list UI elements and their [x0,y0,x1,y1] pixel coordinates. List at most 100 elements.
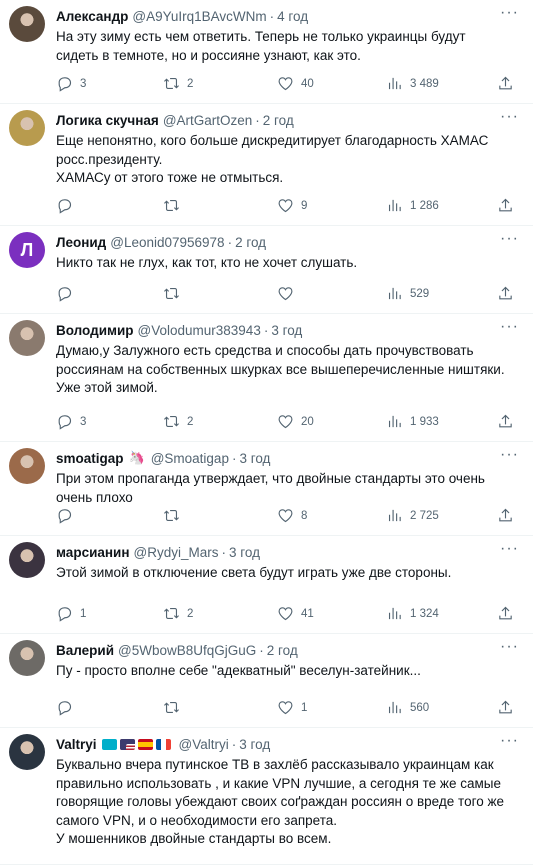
reply-button[interactable] [56,285,80,302]
avatar[interactable]: Л [9,232,45,268]
share-button[interactable] [497,699,514,716]
timestamp[interactable]: 4 год [277,9,308,24]
like-button[interactable]: 8 [277,507,307,524]
reply-button[interactable] [56,197,80,214]
separator-dot: · [231,736,237,752]
views-button[interactable]: 529 [386,285,429,302]
share-button[interactable] [497,75,514,92]
retweet-button[interactable] [163,197,187,214]
views-button[interactable]: 2 725 [386,507,439,524]
view-count: 560 [410,701,430,714]
like-button[interactable] [277,285,301,302]
more-icon[interactable]: ··· [500,639,519,655]
like-button[interactable]: 41 [277,605,314,622]
display-name[interactable]: Логика скучная [56,113,159,128]
avatar[interactable] [9,734,45,770]
display-name[interactable]: марсианин [56,545,130,560]
reply-button[interactable] [56,699,80,716]
reply-button[interactable] [56,507,80,524]
more-icon[interactable]: ··· [500,5,519,21]
retweet-button[interactable] [163,285,187,302]
timestamp[interactable]: 2 год [235,235,266,250]
reply-button[interactable]: 3 [56,75,86,92]
more-icon[interactable]: ··· [500,109,519,125]
user-handle[interactable]: @Valtryi [179,737,229,752]
like-button[interactable]: 1 [277,699,307,716]
unicorn-emoji: 🦄 [128,450,145,465]
views-button[interactable]: 1 933 [386,413,439,430]
reply-button[interactable]: 1 [56,605,86,622]
tweet[interactable]: Л Леонид @Leonid07956978 · 2 год ··· Никто так… [0,226,533,314]
share-button[interactable] [497,507,514,524]
tweet[interactable]: марсианин @Rydyi_Mars · 3 год ··· Этой зимой … [0,536,533,634]
retweet-count: 2 [187,415,194,428]
views-button[interactable]: 3 489 [386,75,439,92]
views-icon [386,75,403,92]
user-handle[interactable]: @Leonid07956978 [110,235,224,250]
tweet[interactable]: Валерий @5WbowB8UfqGjGuG · 2 год ··· Пу - про… [0,634,533,728]
retweet-button[interactable]: 2 [163,605,193,622]
tweet-text: Еще непонятно, кого больше дискредитируе… [56,133,489,185]
tweet-text: Никто так не глух, как тот, кто не хочет… [56,255,358,270]
share-icon [497,413,514,430]
more-icon[interactable]: ··· [500,231,519,247]
retweet-count: 2 [187,607,194,620]
share-button[interactable] [497,605,514,622]
retweet-icon [163,605,180,622]
views-button[interactable]: 560 [386,699,429,716]
user-handle[interactable]: @Rydyi_Mars [134,545,219,560]
share-button[interactable] [497,413,514,430]
tweet[interactable]: Александр @A9YuIrq1BAvcWNm · 4 год ··· На эту… [0,0,533,104]
display-name[interactable]: Валерий [56,643,114,658]
like-count: 40 [301,77,314,90]
retweet-button[interactable] [163,699,187,716]
user-handle[interactable]: @Volodumur383943 [138,323,261,338]
tweet[interactable]: Володимир @Volodumur383943 · 3 год ··· Думаю,… [0,314,533,442]
timestamp[interactable]: 2 год [263,113,294,128]
like-count: 1 [301,701,308,714]
display-name[interactable]: Володимир [56,323,134,338]
timestamp[interactable]: 3 год [271,323,302,338]
views-button[interactable]: 1 286 [386,197,439,214]
user-handle[interactable]: @Smoatigap [151,451,229,466]
more-icon[interactable]: ··· [500,447,519,463]
like-button[interactable]: 9 [277,197,307,214]
avatar[interactable] [9,448,45,484]
views-button[interactable]: 1 324 [386,605,439,622]
display-name[interactable]: Valtryi [56,737,97,752]
avatar-letter: Л [20,239,34,260]
retweet-button[interactable] [163,507,187,524]
user-handle[interactable]: @ArtGartOzen [163,113,252,128]
display-name[interactable]: Леонид [56,235,106,250]
user-handle[interactable]: @A9YuIrq1BAvcWNm [132,9,266,24]
share-button[interactable] [497,197,514,214]
avatar[interactable] [9,640,45,676]
avatar[interactable] [9,320,45,356]
like-button[interactable]: 40 [277,75,314,92]
display-name[interactable]: smoatigap [56,451,124,466]
like-button[interactable]: 20 [277,413,314,430]
heart-icon [277,507,294,524]
tweet[interactable]: Valtryi @Valtryi · 3 год ··· Буквально вчера … [0,728,533,865]
more-icon[interactable]: ··· [500,733,519,749]
tweet[interactable]: smoatigap 🦄 @Smoatigap · 3 год ··· При этом пр… [0,442,533,536]
display-name[interactable]: Александр [56,9,128,24]
more-icon[interactable]: ··· [500,319,519,335]
timestamp[interactable]: 3 год [239,737,270,752]
avatar[interactable] [9,542,45,578]
user-handle[interactable]: @5WbowB8UfqGjGuG [118,643,256,658]
tweet[interactable]: Логика скучная @ArtGartOzen · 2 год ··· Еще н… [0,104,533,226]
share-button[interactable] [497,285,514,302]
retweet-button[interactable]: 2 [163,75,193,92]
reply-button[interactable]: 3 [56,413,86,430]
heart-icon [277,413,294,430]
avatar[interactable] [9,6,45,42]
timestamp[interactable]: 3 год [239,451,270,466]
avatar[interactable] [9,110,45,146]
reply-count: 3 [80,77,87,90]
more-icon[interactable]: ··· [500,541,519,557]
timestamp[interactable]: 3 год [229,545,260,560]
retweet-button[interactable]: 2 [163,413,193,430]
reply-icon [56,605,73,622]
timestamp[interactable]: 2 год [267,643,298,658]
